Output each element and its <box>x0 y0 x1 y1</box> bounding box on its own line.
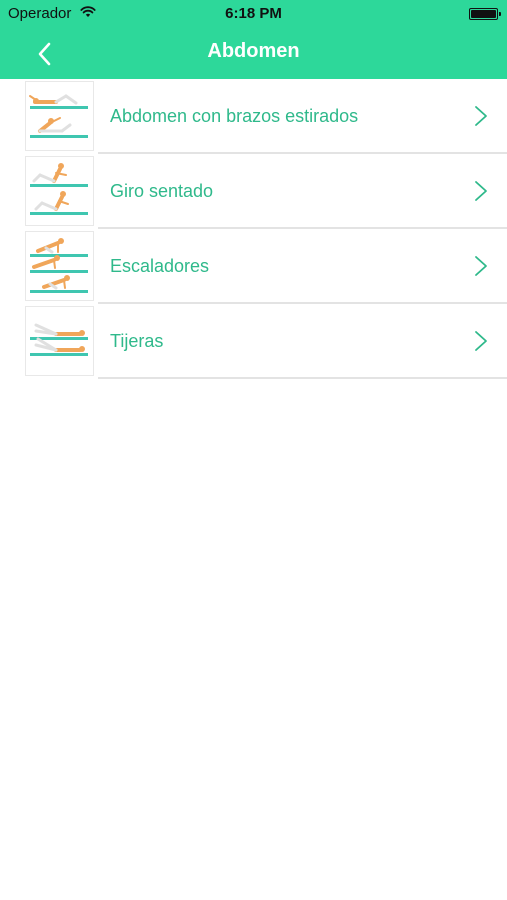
exercise-thumbnail-icon <box>30 323 88 356</box>
chevron-right-icon <box>475 106 487 126</box>
exercise-thumbnail <box>25 156 94 226</box>
exercise-name: Escaladores <box>110 256 210 276</box>
exercise-thumbnail-icon <box>29 94 88 138</box>
battery-icon <box>469 8 501 20</box>
battery-level <box>471 10 496 18</box>
navigation-bar: Abdomen <box>0 28 507 79</box>
exercise-name: Tijeras <box>110 331 164 351</box>
exercise-thumbnail <box>25 81 94 151</box>
exercise-thumbnail <box>25 231 94 301</box>
chevron-right-icon <box>475 256 487 276</box>
exercise-row[interactable]: Escaladores <box>0 229 507 304</box>
exercise-row[interactable]: Abdomen con brazos estirados <box>0 79 507 154</box>
exercise-thumbnail-icon <box>30 238 88 293</box>
exercise-name: Giro sentado <box>110 181 214 201</box>
exercise-list: Abdomen con brazos estirados Giro sentad… <box>0 79 507 379</box>
exercise-row[interactable]: Tijeras <box>0 304 507 379</box>
exercise-thumbnail <box>25 306 94 376</box>
row-divider <box>98 377 507 379</box>
page-title: Abdomen <box>207 40 300 62</box>
status-time: 6:18 PM <box>225 5 282 22</box>
chevron-right-icon <box>475 331 487 351</box>
chevron-right-icon <box>475 181 487 201</box>
status-bar: Operador 6:18 PM <box>0 0 507 28</box>
exercise-thumbnail-icon <box>30 163 88 215</box>
exercise-name: Abdomen con brazos estirados <box>110 106 359 126</box>
top-bar: Operador 6:18 PM Abdomen <box>0 0 507 79</box>
exercise-row[interactable]: Giro sentado <box>0 154 507 229</box>
